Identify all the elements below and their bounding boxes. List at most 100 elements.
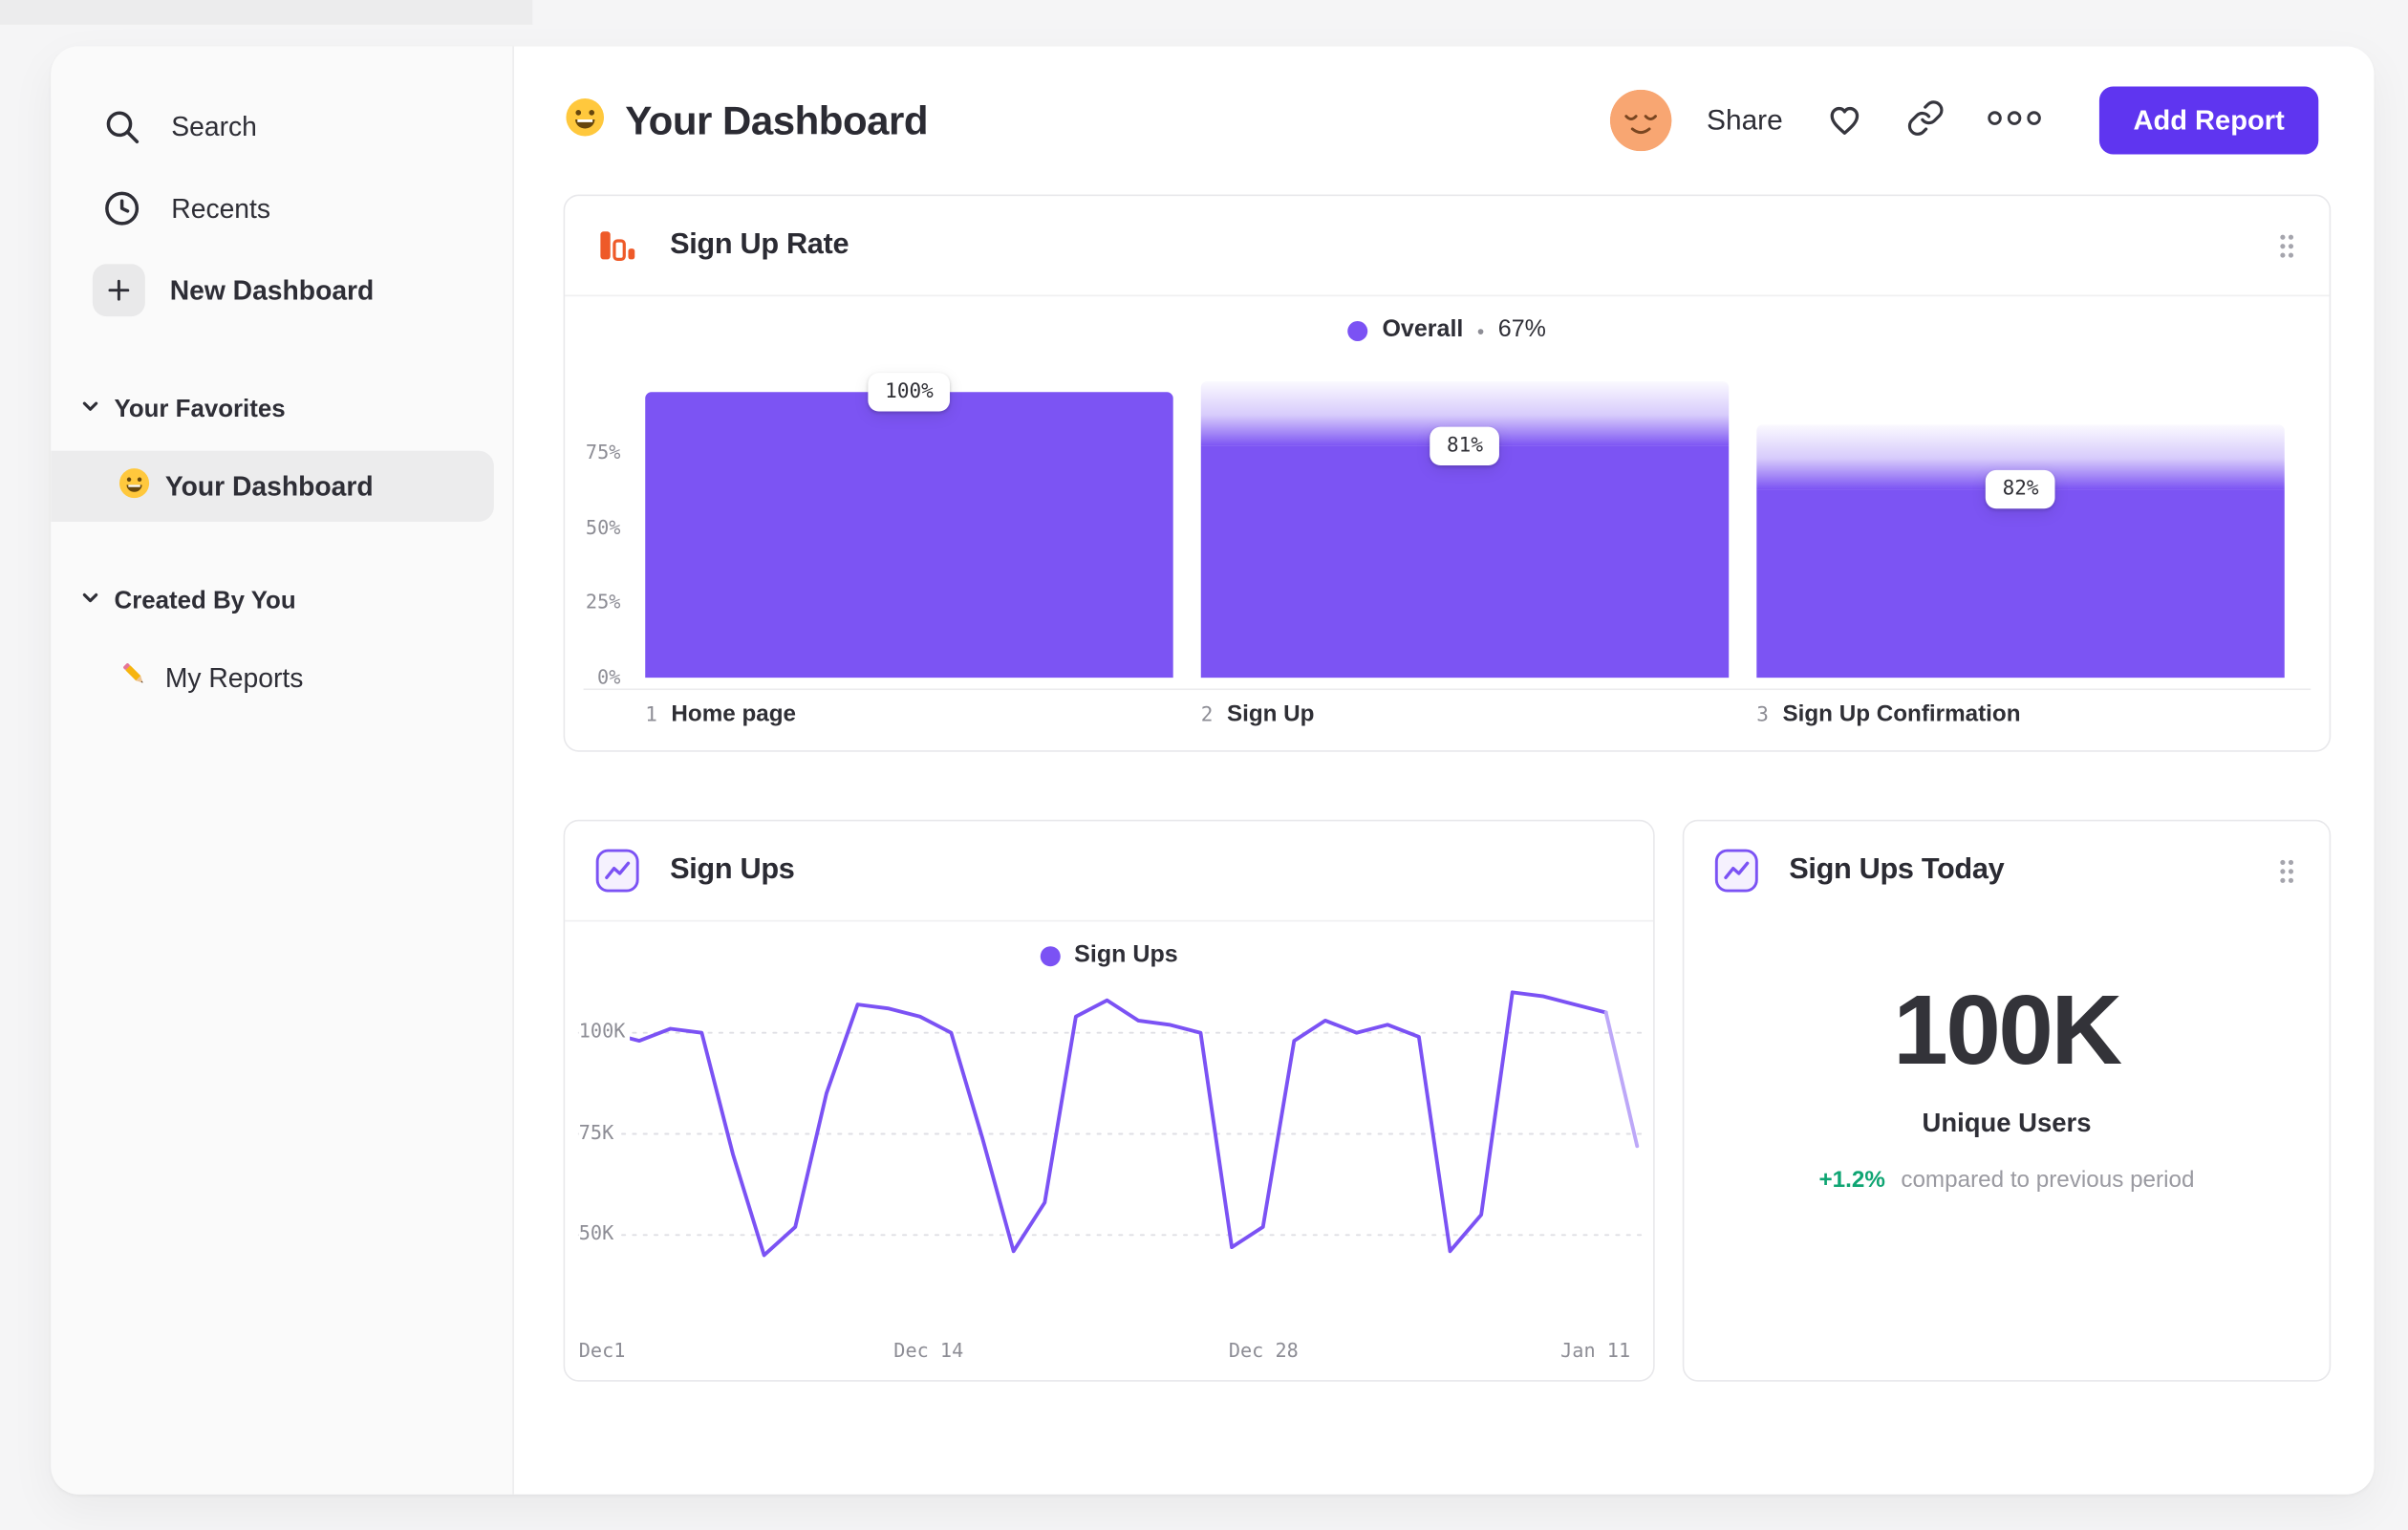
x-axis-label: Dec1 [578,1338,626,1362]
favorites-section: Your Favorites Your Dashboard [51,383,512,522]
user-avatar[interactable] [1609,89,1671,152]
sidebar-item-search[interactable]: Search [51,90,512,164]
funnel-step-label: 3 Sign Up Confirmation [1756,700,2020,726]
app-window: Search Recents New Dashboard Your Favori… [0,0,2408,1530]
smiley-emoji-icon [118,465,152,507]
funnel-step-label: 1 Home page [645,700,796,726]
legend-separator: • [1476,318,1485,342]
card-title: Sign Ups [670,853,795,887]
card-header: Sign Up Rate [565,196,2330,297]
y-axis-label: 75K [578,1119,619,1144]
step-name: Sign Up Confirmation [1782,700,2021,727]
x-axis-label: Jan 11 [1560,1338,1631,1362]
line-chart-icon [1711,846,1761,895]
card-sign-ups: Sign Ups Sign Ups 100K 75K 50K Dec1 Dec 14 De… [563,819,1655,1385]
sidebar: Search Recents New Dashboard Your Favori… [51,46,514,1495]
more-options-button[interactable] [1987,108,2042,133]
conversion-badge: 82% [1985,469,2056,509]
delta-value: +1.2% [1818,1167,1885,1194]
section-title: Created By You [114,588,296,614]
card-sign-ups-today: Sign Ups Today 100K Unique Users +1.2% c… [1682,819,2332,1382]
signups-series-line-incomplete [1603,1010,1640,1149]
line-chart-svg [577,990,1644,1258]
step-name: Home page [671,700,797,727]
step-number: 1 [645,703,657,727]
created-by-you-section: Created By You My Reports [51,574,512,713]
drag-handle-icon[interactable] [2272,226,2302,265]
funnel-bar[interactable] [1200,445,1730,679]
cards-row: Sign Ups Sign Ups 100K 75K 50K Dec1 Dec 14 De… [563,819,2332,1385]
pencil-emoji-icon [118,657,152,699]
card-title: Sign Up Rate [670,228,849,261]
funnel-y-tick: 75% [585,439,621,463]
card-header: Sign Ups [565,821,1654,922]
search-icon [96,106,146,146]
top-strip [0,0,533,25]
section-title: Your Favorites [114,397,286,423]
drag-handle-icon[interactable] [2272,851,2302,890]
funnel-bar[interactable] [1756,489,2285,679]
sidebar-item-label: Recents [171,192,271,224]
signups-series-line [606,990,1608,1258]
sidebar-item-label: My Reports [164,661,304,693]
copy-link-button[interactable] [1906,98,1945,141]
funnel-bar[interactable] [645,392,1173,679]
page-title: Your Dashboard [625,96,929,143]
card-sign-up-rate: Sign Up Rate Overall • 67% 75% 50% 25% 0… [563,194,2332,753]
dashboard-header: Your Dashboard Share Add Report [564,46,2332,194]
conversion-badge: 81% [1430,426,1500,466]
plus-icon [92,264,145,317]
step-number: 2 [1200,703,1214,727]
favorite-heart-button[interactable] [1824,98,1864,143]
chevron-down-icon [80,397,100,424]
metric-label: Unique Users [1922,1108,2092,1138]
link-icon [1906,98,1945,141]
funnel-y-tick: 25% [585,590,621,614]
sidebar-item-your-dashboard[interactable]: Your Dashboard [51,450,494,522]
sidebar-item-label: Search [171,110,257,141]
chevron-down-icon [80,588,100,615]
y-axis-label: 100K [578,1019,631,1043]
card-title: Sign Ups Today [1789,853,2005,887]
funnel-y-tick: 50% [585,514,621,538]
clock-icon [96,188,146,228]
smiley-emoji-icon [564,95,607,145]
main-content: Your Dashboard Share Add Report Sign Up … [514,46,2375,1494]
x-axis-label: Dec 28 [1228,1338,1299,1362]
legend-dot [1040,945,1061,966]
ellipsis-icon [1987,108,2042,133]
heart-icon [1824,98,1864,143]
dashboard-app: Search Recents New Dashboard Your Favori… [51,46,2375,1495]
add-report-button[interactable]: Add Report [2098,86,2319,155]
y-axis-label: 50K [578,1220,619,1244]
sidebar-item-label: Your Dashboard [164,469,374,502]
funnel-legend: Overall • 67% [565,296,2329,364]
sidebar-item-new-dashboard[interactable]: New Dashboard [51,253,512,328]
section-created-by-you[interactable]: Created By You [51,574,512,630]
funnel-y-tick: 0% [597,665,621,689]
sidebar-item-label: New Dashboard [169,273,375,306]
dashboard-title-wrap: Your Dashboard [564,95,929,145]
funnel-chart: 75% 50% 25% 0% 100% 1 Home page 81% 2 Sign Up 82% 3… [565,364,2329,753]
sidebar-item-recents[interactable]: Recents [51,171,512,246]
share-button[interactable]: Share [1707,103,1783,138]
conversion-badge: 100% [868,373,951,412]
sidebar-item-my-reports[interactable]: My Reports [51,642,512,713]
card-header: Sign Ups Today [1684,821,2329,919]
legend-dot [1347,320,1368,341]
line-chart: 100K 75K 50K Dec1 Dec 14 Dec 28 Jan 11 [565,989,1653,1385]
legend-value: 67% [1497,316,1546,343]
section-your-favorites[interactable]: Your Favorites [51,383,512,439]
delta-text: compared to previous period [1901,1167,2195,1194]
header-actions: Share Add Report [1609,86,2319,155]
legend-label: Overall [1382,316,1464,343]
legend-label: Sign Ups [1074,941,1178,968]
line-legend: Sign Ups [565,921,1653,989]
step-number: 3 [1756,703,1769,727]
funnel-step-label: 2 Sign Up [1201,700,1315,726]
line-chart-icon [592,846,642,895]
x-axis-label: Dec 14 [893,1338,964,1362]
funnel-chart-icon [592,221,642,270]
step-name: Sign Up [1226,700,1315,727]
metric-value: 100K [1893,974,2122,1086]
